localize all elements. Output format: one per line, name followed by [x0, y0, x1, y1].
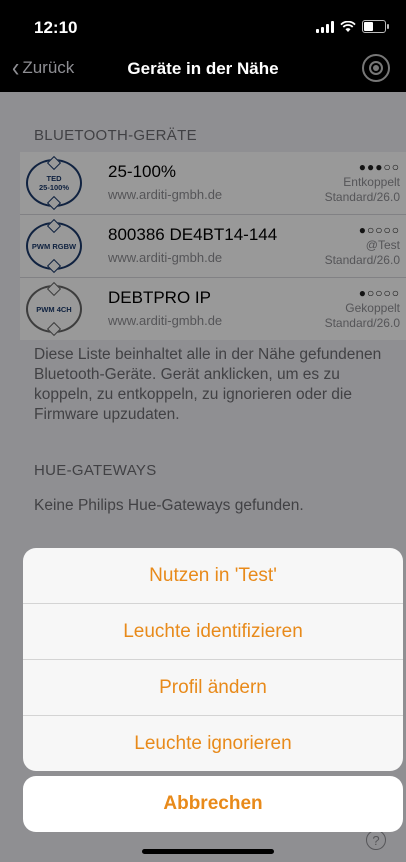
broadcast-icon[interactable]	[362, 54, 390, 82]
ignore-light-button[interactable]: Leuchte ignorieren	[23, 716, 403, 771]
status-bar: 12:10	[0, 0, 406, 48]
identify-light-button[interactable]: Leuchte identifizieren	[23, 604, 403, 660]
use-in-test-button[interactable]: Nutzen in 'Test'	[23, 548, 403, 604]
wifi-icon	[340, 20, 356, 32]
cancel-button[interactable]: Abbrechen	[23, 776, 403, 832]
change-profile-button[interactable]: Profil ändern	[23, 660, 403, 716]
page-title: Geräte in der Nähe	[127, 59, 279, 78]
status-icons	[316, 20, 389, 33]
battery-icon	[362, 20, 389, 33]
nav-bar: ‹ Zurück Geräte in der Nähe	[0, 48, 406, 92]
cellular-signal-icon	[316, 20, 334, 33]
action-sheet: Nutzen in 'Test' Leuchte identifizieren …	[23, 548, 403, 771]
status-time: 12:10	[34, 18, 78, 37]
home-indicator	[142, 849, 274, 854]
